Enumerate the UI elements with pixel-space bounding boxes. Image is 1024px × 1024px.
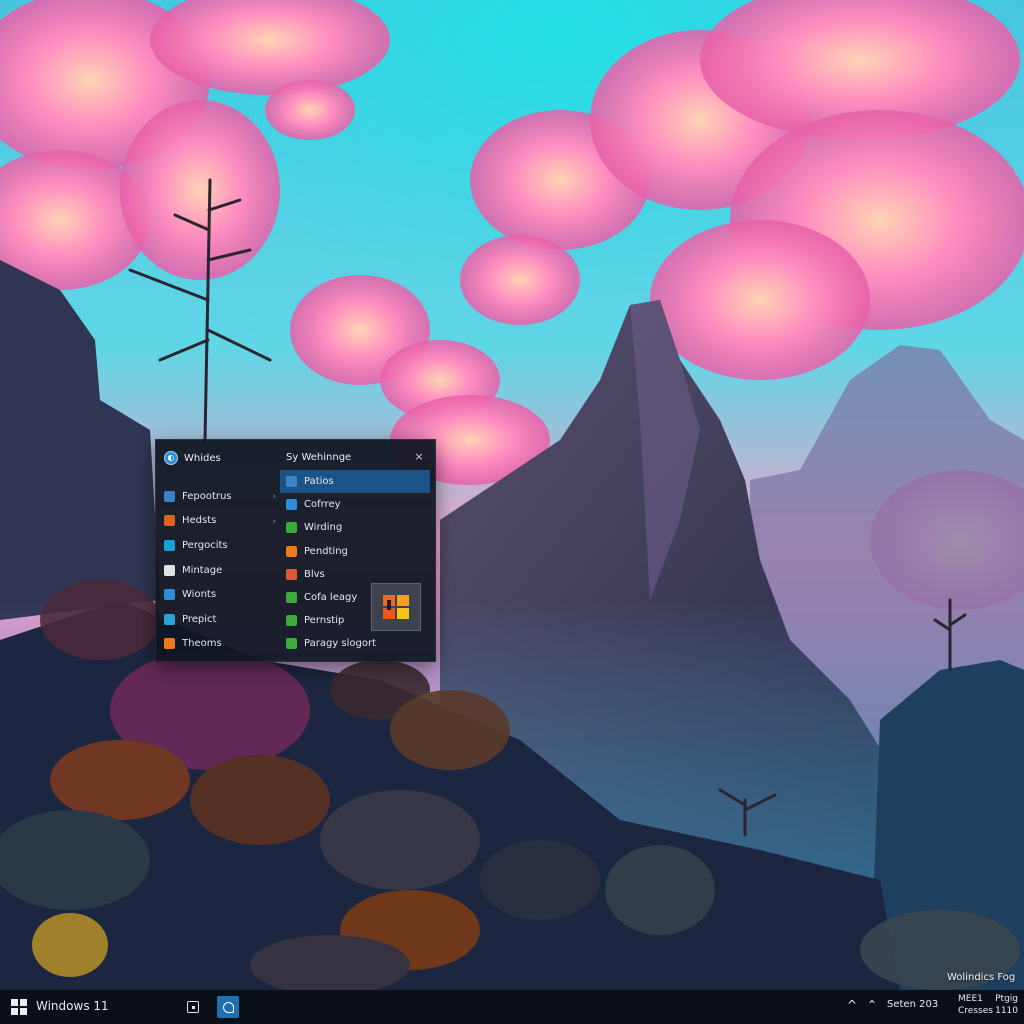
desktop-watermark-text: Wolindics Fog [947,972,1016,983]
close-button[interactable]: × [412,450,426,464]
clock-line2-right: 1110 [995,1006,1018,1016]
app-icon [164,490,175,502]
left-list-item[interactable]: Prepict [164,607,276,632]
wallpaper-landscape-image [0,0,1024,990]
right-list-item[interactable]: Pendting [280,540,430,563]
left-list-item[interactable]: Hedsts › [164,509,276,534]
clock-line2-left: Cresses [958,1006,993,1016]
left-list-item[interactable]: Wionts [164,582,276,607]
left-list-item-label: Hedsts [182,515,217,527]
left-list-item-label: Pergocits [182,539,228,551]
tray-overflow-chevron-icon[interactable]: ^ [847,998,857,1012]
right-list-item-label: Pernstip [304,615,345,627]
os-label: Windows 11 [36,999,109,1013]
task-view-icon [187,1001,199,1013]
app-icon [164,515,175,527]
right-list-item-label: Patios [304,476,334,488]
right-panel-title: Sy Wehinnge [286,452,352,463]
clock-line1-left: MEE1 [958,994,983,1004]
tray-status-text[interactable]: Seten 203 [887,999,938,1010]
start-menu-popup: ◐ Whides Fepootrus › Hedsts › Pergocits Minta… [155,439,436,662]
left-list-item[interactable]: Pergocits [164,533,276,558]
left-list-item[interactable]: Mintage [164,558,276,583]
right-list-item[interactable]: Cofrrey [280,493,430,516]
app-icon [286,476,297,488]
left-list-item-label: Prepict [182,613,217,625]
app-icon [164,638,175,650]
browser-icon [222,1001,234,1013]
network-icon[interactable]: ⌃ [867,998,877,1012]
clock[interactable]: MEE1 Ptgig Cresses 1110 [958,993,1018,1017]
task-view-button[interactable] [182,996,204,1018]
app-icon [164,564,175,576]
left-list-item-label: Mintage [182,564,223,576]
right-list-item-label: Blvs [304,568,325,580]
active-app-button[interactable] [217,996,239,1018]
start-menu-header: ◐ Whides [164,450,221,466]
right-list-item-label: Pendting [304,545,348,557]
right-list-item-label: Cofa leagy [304,592,358,604]
left-list-item-label: Wionts [182,589,217,601]
taskbar: Windows 11 ^ ⌃ Seten 203 MEE1 Ptgig Cres… [0,990,1024,1024]
app-icon [286,615,297,627]
left-list-item[interactable]: Theoms [164,632,276,657]
desktop-wallpaper [0,0,1024,990]
chevron-right-icon: › [272,491,276,501]
app-logo-icon: ◐ [164,451,178,465]
right-list-item-label: Paragy slogort [304,638,376,650]
windows-logo-icon[interactable] [11,999,27,1015]
left-list-item-label: Fepootrus [182,490,232,502]
app-icon [164,613,175,625]
app-icon [286,638,297,650]
right-list-item[interactable]: Wirding [280,516,430,539]
left-app-list: Fepootrus › Hedsts › Pergocits Mintage Wionts P… [164,484,276,656]
left-list-item[interactable]: Fepootrus › [164,484,276,509]
start-menu-title: Whides [184,452,221,464]
app-icon [164,539,175,551]
chevron-right-icon: › [272,516,276,526]
app-icon [164,589,175,601]
start-menu-left-column: ◐ Whides Fepootrus › Hedsts › Pergocits Minta… [156,440,276,661]
right-list-item[interactable]: Patios [280,470,430,494]
clock-line1-right: Ptgig [995,994,1018,1004]
right-list-item-label: Wirding [304,522,343,534]
app-icon [286,545,297,557]
app-icon [286,568,297,580]
left-list-item-label: Theoms [182,638,222,650]
office-app-icon [383,595,409,619]
right-list-item[interactable]: Paragy slogort [280,632,430,655]
app-icon [286,522,297,534]
app-preview-tile[interactable] [371,583,421,631]
app-icon [286,499,297,511]
app-icon [286,592,297,604]
right-list-item-label: Cofrrey [304,499,341,511]
